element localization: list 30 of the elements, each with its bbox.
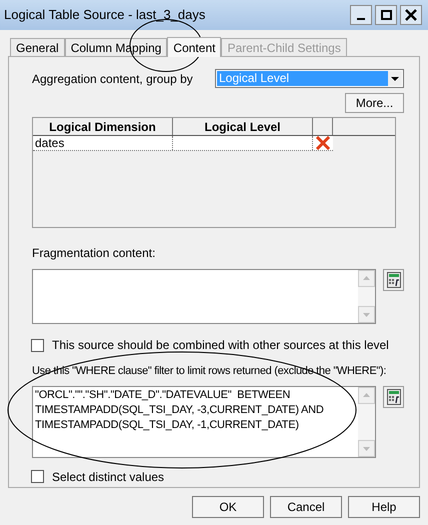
- close-icon: [405, 9, 417, 21]
- calculator-icon: [386, 388, 400, 404]
- checkbox[interactable]: [31, 470, 44, 483]
- column-header: Logical Level: [173, 118, 313, 135]
- dialog-button[interactable]: Help: [348, 496, 420, 518]
- table-cell: dates: [33, 136, 173, 150]
- aggregation-label: Aggregation content, group by: [32, 70, 193, 88]
- combine-label: This source should be combined with other sources at this level: [52, 337, 389, 354]
- minimize-button[interactable]: [350, 5, 372, 25]
- scroll-bar[interactable]: [358, 270, 375, 323]
- calculator-icon: [386, 272, 400, 288]
- where-clause-field[interactable]: "ORCL".""."SH"."DATE_D"."DATEVALUE" BETWEEN TIMESTAMPADD(SQL_TSI_DAY, -3,CURRENT_DATE) AND TIMESTAMPADD(SQL_TSI_DAY, -1,CURRENT_DATE): [32, 386, 376, 458]
- expression-builder-button[interactable]: [383, 386, 404, 408]
- where-clause-text: "ORCL".""."SH"."DATE_D"."DATEVALUE" BETWEEN TIMESTAMPADD(SQL_TSI_DAY, -3,CURRENT_DATE) AND TIMESTAMPADD(SQL_TSI_DAY, -1,CURRENT_DATE): [34, 388, 325, 432]
- tab[interactable]: Content: [167, 37, 222, 57]
- scroll-bar[interactable]: [358, 386, 375, 456]
- delete-icon[interactable]: [315, 136, 331, 150]
- checkbox[interactable]: [31, 338, 44, 352]
- window-title: Logical Table Source - last_3_days: [4, 6, 206, 24]
- tab[interactable]: General: [10, 38, 65, 56]
- dialog-button[interactable]: Cancel: [270, 496, 342, 518]
- close-button[interactable]: [400, 5, 422, 25]
- fragmentation-label: Fragmentation content:: [32, 245, 156, 262]
- maximize-button[interactable]: [375, 5, 397, 25]
- fragmentation-field[interactable]: [32, 269, 376, 324]
- distinct-label: Select distinct values: [52, 468, 164, 486]
- dialog-button[interactable]: OK: [192, 496, 264, 518]
- more-button[interactable]: More...: [345, 93, 404, 113]
- expression-builder-button[interactable]: [383, 269, 404, 291]
- column-header: Logical Dimension: [33, 118, 173, 135]
